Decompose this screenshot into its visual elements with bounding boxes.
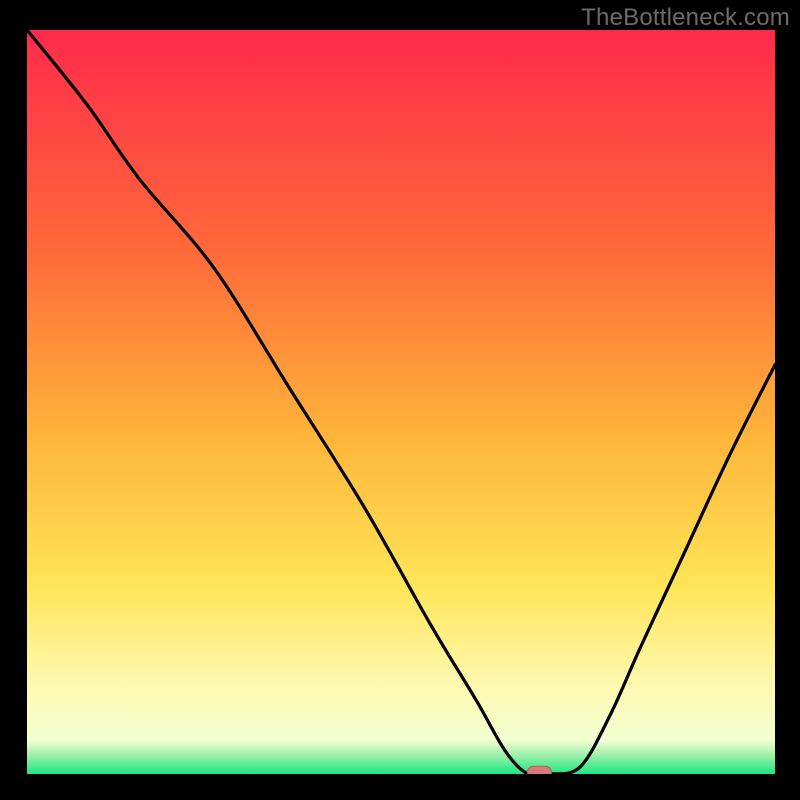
bottleneck-curve-chart <box>27 30 775 774</box>
watermark-text: TheBottleneck.com <box>581 4 790 32</box>
gradient-background <box>27 30 775 774</box>
chart-frame: TheBottleneck.com <box>0 0 800 800</box>
optimal-point-marker <box>527 766 551 774</box>
plot-area <box>27 30 775 774</box>
